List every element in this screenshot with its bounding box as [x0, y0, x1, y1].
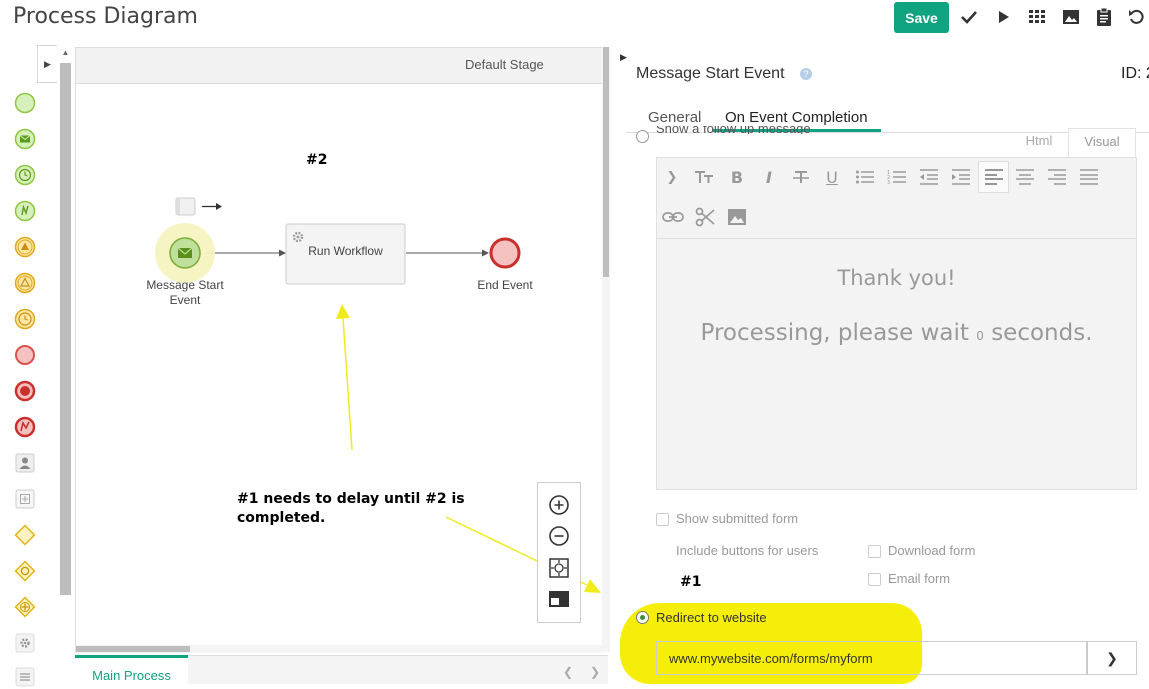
- inclusive-gateway-icon[interactable]: [13, 559, 37, 583]
- align-right-icon[interactable]: [1043, 163, 1071, 191]
- grid-icon[interactable]: [1024, 5, 1050, 29]
- canvas-horizontal-scroll-thumb[interactable]: [76, 646, 190, 652]
- palette-scrollbar[interactable]: [60, 63, 71, 595]
- followup-message-text: Show a follow up message: [656, 126, 811, 134]
- service-task-icon[interactable]: [13, 631, 37, 655]
- timer-start-event-icon[interactable]: [13, 163, 37, 187]
- underline-icon[interactable]: U: [818, 163, 846, 191]
- email-form-checkbox[interactable]: [868, 573, 881, 586]
- chevron-left-icon[interactable]: ❮: [555, 660, 581, 684]
- text-size-icon[interactable]: [690, 163, 718, 191]
- script-task-icon[interactable]: [13, 665, 37, 689]
- insert-image-icon[interactable]: [723, 203, 751, 231]
- terminate-end-event-icon[interactable]: [13, 379, 37, 403]
- signal-start-event-icon[interactable]: [13, 199, 37, 223]
- palette-toggle-button[interactable]: ▶: [37, 45, 57, 83]
- numbered-list-icon[interactable]: 123: [883, 163, 911, 191]
- unlink-icon[interactable]: [691, 203, 719, 231]
- annotation-label-1: #1: [680, 574, 702, 590]
- bulleted-list-icon[interactable]: [851, 163, 879, 191]
- message-start-event-node[interactable]: [155, 223, 215, 283]
- indent-icon[interactable]: [947, 163, 975, 191]
- message-start-event-label: Message Start Event: [146, 278, 224, 307]
- outdent-icon[interactable]: [915, 163, 943, 191]
- subprocess-icon[interactable]: [13, 487, 37, 511]
- email-form-label: Email form: [888, 571, 951, 586]
- panel-title: Message Start Event: [636, 65, 785, 82]
- show-submitted-form-label: Show submitted form: [676, 511, 799, 526]
- diagram-drawing: [155, 197, 601, 593]
- canvas-vertical-scroll-thumb[interactable]: [603, 47, 609, 277]
- annotation-label-2: #2: [306, 152, 328, 168]
- minimap-icon[interactable]: [548, 589, 570, 609]
- parallel-gateway-icon[interactable]: [13, 595, 37, 619]
- editor-line-thank-you: Thank you!: [837, 266, 956, 290]
- download-form-label: Download form: [888, 543, 976, 558]
- stage-label: Default Stage: [465, 57, 544, 72]
- editor-line-processing: Processing, please wait 0 seconds.: [656, 320, 1137, 346]
- download-form-checkbox[interactable]: [868, 545, 881, 558]
- connect-tool-icon[interactable]: [175, 197, 222, 216]
- chevron-right-icon[interactable]: ❯: [1087, 641, 1137, 675]
- save-button[interactable]: Save: [894, 2, 949, 33]
- show-submitted-form-checkbox[interactable]: [656, 513, 669, 526]
- help-icon[interactable]: ?: [800, 68, 812, 80]
- tab-general[interactable]: General: [648, 109, 701, 126]
- redirect-to-website-radio[interactable]: [636, 611, 649, 624]
- zoom-in-icon[interactable]: [548, 494, 570, 516]
- followup-message-label: Show a follow up message: [656, 126, 811, 134]
- redirect-url-input[interactable]: [656, 641, 1087, 675]
- fit-to-screen-icon[interactable]: [548, 557, 570, 579]
- tab-main-process[interactable]: Main Process: [75, 655, 188, 684]
- redirect-to-website-label: Redirect to website: [656, 610, 767, 625]
- gateway-icon[interactable]: [13, 523, 37, 547]
- message-start-event-icon[interactable]: [13, 127, 37, 151]
- image-icon[interactable]: [1058, 5, 1084, 29]
- check-icon[interactable]: [956, 5, 982, 29]
- chevron-right-icon[interactable]: ❯: [582, 660, 608, 684]
- element-id: ID: 2: [1121, 65, 1149, 82]
- conditional-event-icon[interactable]: [13, 271, 37, 295]
- palette-scroll-up-icon[interactable]: ▲: [60, 48, 71, 60]
- editor-text-processing: Processing, please wait: [700, 320, 969, 346]
- sequence-flow[interactable]: [406, 249, 489, 257]
- align-left-icon[interactable]: [978, 161, 1009, 193]
- end-event-node[interactable]: [489, 237, 521, 269]
- timer-event-icon[interactable]: [13, 307, 37, 331]
- zoom-out-icon[interactable]: [548, 525, 570, 547]
- undo-icon[interactable]: [1124, 5, 1149, 29]
- align-center-icon[interactable]: [1011, 163, 1039, 191]
- justify-icon[interactable]: [1075, 163, 1103, 191]
- sequence-flow[interactable]: [203, 249, 286, 257]
- editor-tab-visual[interactable]: Visual: [1068, 128, 1136, 158]
- editor-countdown-value: 0: [976, 329, 984, 343]
- play-icon[interactable]: [990, 5, 1016, 29]
- end-event-label: End Event: [477, 278, 533, 292]
- expand-toolbar-icon[interactable]: ❯: [658, 163, 686, 191]
- start-event-icon[interactable]: [13, 91, 37, 115]
- editor-tab-html[interactable]: Html: [1010, 131, 1068, 155]
- error-end-event-icon[interactable]: [13, 415, 37, 439]
- italic-icon[interactable]: I: [755, 163, 783, 191]
- editor-text-seconds: seconds.: [991, 320, 1093, 346]
- tab-on-event-completion[interactable]: On Event Completion: [725, 109, 868, 126]
- bold-icon[interactable]: B: [723, 163, 751, 191]
- bottom-tab-bar: [188, 655, 608, 684]
- annotation-note: #1 needs to delay until #2 is completed.: [237, 491, 465, 526]
- page-title: Process Diagram: [13, 4, 198, 29]
- strikethrough-icon[interactable]: [787, 163, 815, 191]
- followup-message-radio[interactable]: [636, 130, 649, 143]
- include-buttons-label: Include buttons for users: [676, 543, 819, 558]
- link-icon[interactable]: [659, 203, 687, 231]
- escalation-event-icon[interactable]: [13, 235, 37, 259]
- svg-text:3: 3: [887, 180, 890, 185]
- end-event-icon[interactable]: [13, 343, 37, 367]
- user-task-icon[interactable]: [13, 451, 37, 475]
- panel-toggle-button[interactable]: ▶: [620, 52, 627, 63]
- annotation-arrow: [336, 304, 353, 451]
- run-workflow-label: Run Workflow: [308, 244, 383, 258]
- clipboard-icon[interactable]: [1091, 5, 1117, 29]
